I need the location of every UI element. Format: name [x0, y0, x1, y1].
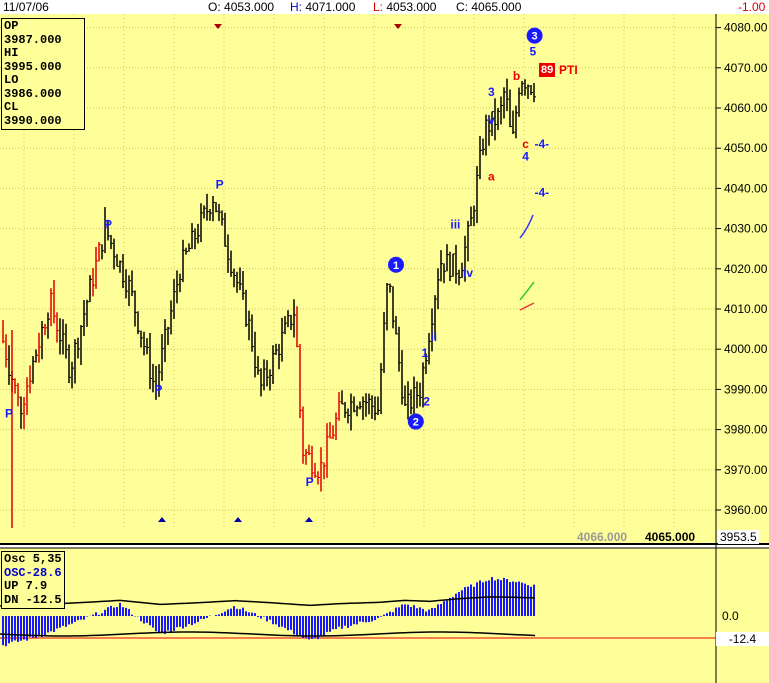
wave-label: a [488, 169, 495, 183]
info-line: OP 3987.000 [4, 19, 62, 47]
wave-label: 5 [529, 45, 536, 59]
axis-tick-label: 4050.00 [724, 141, 768, 155]
price-axis-bottom: 3953.5 [718, 530, 759, 544]
axis-tick-label: 4070.00 [724, 61, 768, 75]
wave-label: v [488, 113, 495, 127]
wave-label: P [154, 382, 162, 396]
high-readout: H: 4071.000 [290, 0, 356, 14]
axis-tick-label: 3990.00 [724, 382, 768, 396]
axis-tick-label: 4060.00 [724, 101, 768, 115]
pti-value: 89 [539, 63, 556, 77]
wave-label: P [104, 218, 112, 232]
wave-label: 4 [522, 149, 529, 163]
wave-label: iii [450, 218, 460, 232]
axis-tick-label: 4010.00 [724, 302, 768, 316]
pti-label: PTI [559, 63, 578, 77]
bottom-value-right: 4065.000 [645, 530, 696, 544]
osc-up: UP 7.9 [4, 579, 48, 593]
axis-tick-label: 3970.00 [724, 463, 768, 477]
open-readout: O: 4053.000 [208, 0, 275, 14]
change-readout: -1.00 [738, 0, 766, 14]
wave-circle-label: 3 [532, 31, 538, 43]
osc-info-box: Osc 5,35 OSC-28.6 UP 7.9 DN -12.5 [1, 551, 65, 609]
close-readout: C: 4065.000 [456, 0, 522, 14]
wave-label: -4- [534, 137, 549, 151]
ohlc-info-box: OP 3987.000 HI 3995.000 LO 3986.000 CL 3… [1, 18, 85, 130]
wave-label: b [513, 69, 520, 83]
date-label: 11/07/06 [3, 0, 49, 14]
info-line: CL 3990.000 [4, 100, 62, 128]
axis-tick-label: 3980.00 [724, 423, 768, 437]
axis-tick-label: 4080.00 [724, 21, 768, 35]
axis-tick-label: 4030.00 [724, 222, 768, 236]
osc-level-label: -12.4 [716, 632, 769, 646]
axis-tick-label: 4020.00 [724, 262, 768, 276]
wave-circle-label: 1 [393, 260, 399, 272]
wave-label: P [306, 475, 314, 489]
wave-label: -4- [534, 185, 549, 199]
price-chart: PPPPPiiiivii12av3bc45-4--4-123 4080.0040… [0, 14, 769, 683]
wave-label: 3 [488, 85, 495, 99]
axis-tick-label: 3960.00 [724, 503, 768, 517]
osc-dn: DN -12.5 [4, 592, 62, 607]
bottom-value-left: 4066.000 [577, 530, 628, 544]
wave-label: P [216, 177, 224, 191]
wave-label: P [5, 407, 13, 421]
price-panel-bg [0, 14, 716, 528]
osc-value: OSC-28.6 [4, 565, 62, 580]
info-line: LO 3986.000 [4, 73, 62, 101]
axis-tick-label: 4040.00 [724, 181, 768, 195]
axis-tick-label: 4000.00 [724, 342, 768, 356]
wave-label: ii [430, 330, 437, 344]
wave-label: 2 [423, 394, 430, 408]
low-readout: L: 4053.000 [373, 0, 437, 14]
osc-title: Osc 5,35 [4, 552, 62, 566]
wave-circle-label: 2 [413, 417, 419, 429]
osc-zero-label: 0.0 [722, 609, 739, 623]
info-line: HI 3995.000 [4, 46, 62, 74]
wave-label: iv [463, 266, 473, 280]
wave-label: 1 [421, 346, 428, 360]
